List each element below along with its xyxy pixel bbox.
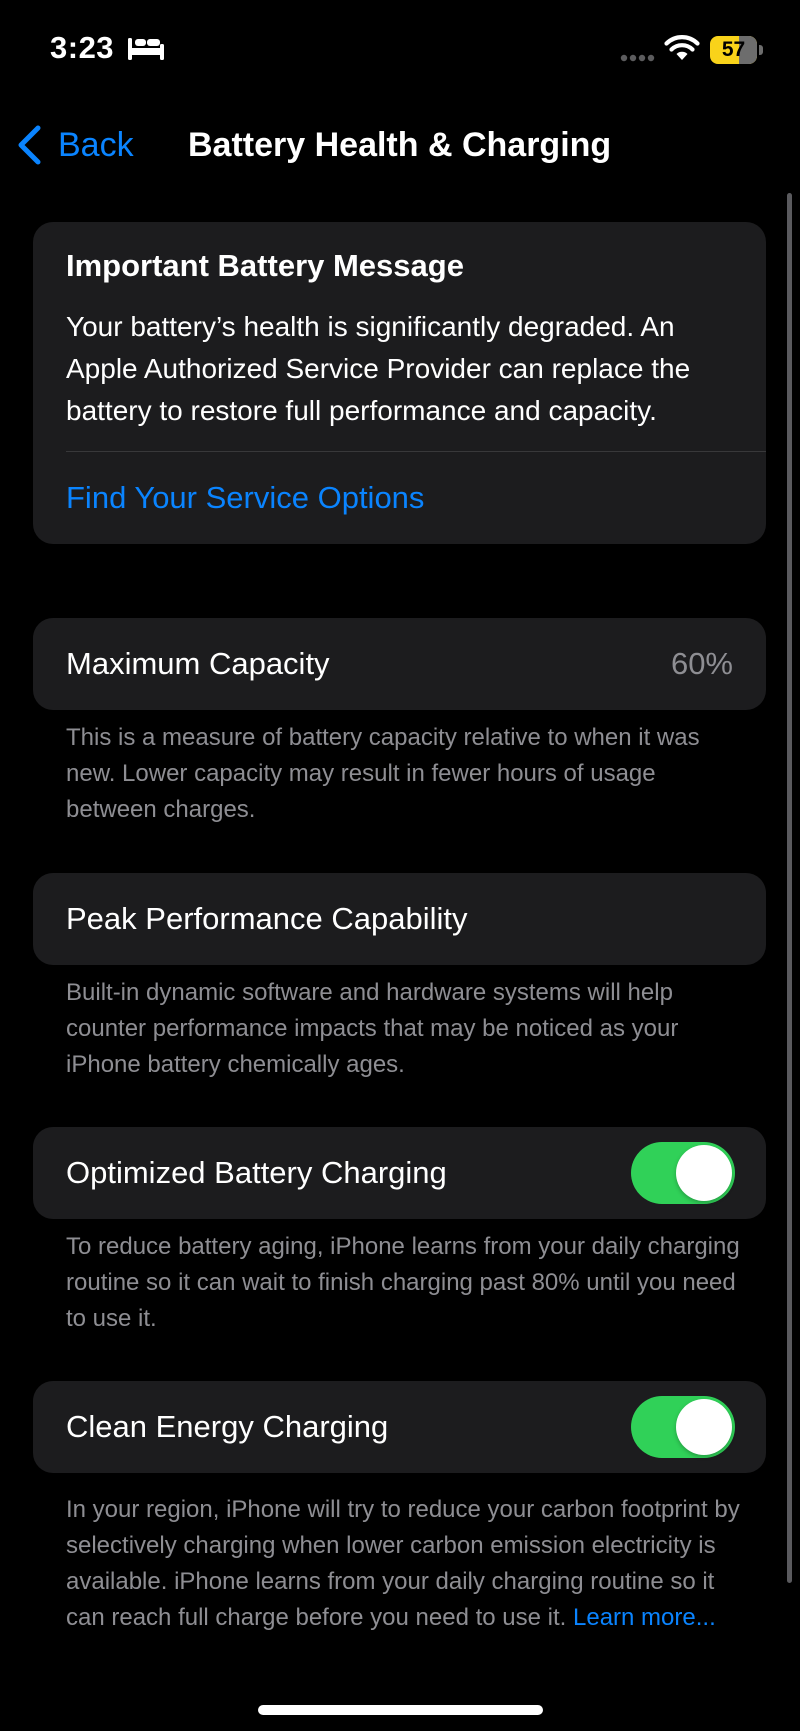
optimized-charging-footnote: To reduce battery aging, iPhone learns f… bbox=[66, 1233, 740, 1332]
peak-performance-row: Peak Performance Capability bbox=[33, 873, 766, 965]
battery-terminal bbox=[759, 45, 763, 55]
battery-message-card: Important Battery Message Your battery’s… bbox=[33, 222, 766, 544]
status-time: 3:23 bbox=[50, 30, 115, 65]
maximum-capacity-label: Maximum Capacity bbox=[66, 646, 330, 681]
clean-energy-charging-row: Clean Energy Charging bbox=[33, 1381, 766, 1473]
toggle-knob bbox=[676, 1145, 732, 1201]
navigation-bar: Back Battery Health & Charging bbox=[0, 110, 800, 180]
divider bbox=[66, 451, 766, 452]
maximum-capacity-footnote: This is a measure of battery capacity re… bbox=[66, 724, 700, 823]
optimized-charging-label: Optimized Battery Charging bbox=[66, 1155, 447, 1190]
chevron-left-icon bbox=[18, 125, 41, 165]
clean-energy-charging-label: Clean Energy Charging bbox=[66, 1409, 389, 1444]
maximum-capacity-value: 60% bbox=[670, 646, 733, 681]
cellular-signal-icon bbox=[620, 54, 655, 62]
optimized-charging-toggle[interactable] bbox=[631, 1142, 735, 1204]
wifi-icon bbox=[664, 35, 700, 60]
status-bar: 3:23 57 bbox=[0, 0, 800, 100]
peak-performance-label: Peak Performance Capability bbox=[66, 901, 468, 936]
optimized-charging-row: Optimized Battery Charging bbox=[33, 1127, 766, 1219]
bed-icon bbox=[128, 38, 164, 60]
battery-level: 57 bbox=[721, 38, 746, 61]
maximum-capacity-row: Maximum Capacity 60% bbox=[33, 618, 766, 710]
scroll-indicator[interactable] bbox=[787, 193, 792, 1583]
message-body: Your battery’s health is significantly d… bbox=[66, 311, 691, 426]
clean-energy-charging-toggle[interactable] bbox=[631, 1396, 735, 1458]
peak-performance-footnote: Built-in dynamic software and hardware s… bbox=[66, 979, 679, 1078]
back-button[interactable]: Back bbox=[16, 120, 134, 170]
page-title: Battery Health & Charging bbox=[188, 126, 612, 164]
learn-more-link[interactable]: Learn more... bbox=[573, 1604, 716, 1631]
battery-icon: 57 bbox=[710, 36, 763, 64]
back-label: Back bbox=[58, 125, 134, 164]
home-indicator[interactable] bbox=[258, 1705, 543, 1715]
find-service-options-link[interactable]: Find Your Service Options bbox=[66, 480, 424, 516]
clean-energy-footnote: In your region, iPhone will try to reduc… bbox=[66, 1492, 746, 1636]
message-title: Important Battery Message bbox=[66, 248, 464, 283]
toggle-knob bbox=[676, 1399, 732, 1455]
